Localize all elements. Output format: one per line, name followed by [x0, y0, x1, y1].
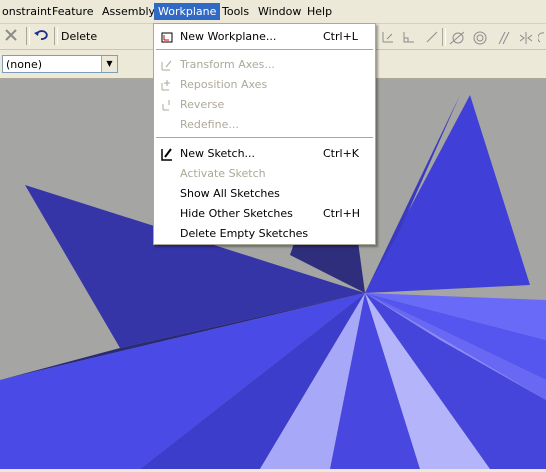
- filter-combo-value: (none): [6, 58, 43, 71]
- menu-item-activate-sketch[interactable]: Activate Sketch: [155, 164, 374, 183]
- perpendicular-icon[interactable]: [401, 30, 415, 44]
- menu-assembly[interactable]: Assembly: [98, 3, 159, 20]
- menu-separator: [156, 49, 373, 50]
- parallel-icon[interactable]: [496, 30, 512, 46]
- line-icon[interactable]: [425, 30, 439, 44]
- filter-combo[interactable]: (none) ▼: [2, 55, 118, 73]
- concentric-icon[interactable]: [472, 30, 488, 46]
- menu-help[interactable]: Help: [303, 3, 336, 20]
- menu-item-show-all-sketches[interactable]: Show All Sketches: [155, 184, 374, 203]
- menu-item-new-workplane[interactable]: New Workplane... Ctrl+L: [155, 27, 374, 46]
- delete-button[interactable]: Delete: [61, 29, 97, 45]
- arc-icon[interactable]: [538, 30, 546, 46]
- menu-tools[interactable]: Tools: [218, 3, 253, 20]
- menu-item-reverse[interactable]: Reverse: [155, 95, 374, 114]
- menu-item-hide-other-sketches[interactable]: Hide Other Sketches Ctrl+H: [155, 204, 374, 223]
- symmetric-icon[interactable]: [518, 30, 534, 46]
- menu-item-transform-axes[interactable]: Transform Axes...: [155, 55, 374, 74]
- workplane-menu: New Workplane... Ctrl+L Transform Axes..…: [153, 23, 376, 245]
- menu-item-new-sketch[interactable]: New Sketch... Ctrl+K: [155, 144, 374, 163]
- tangent-icon[interactable]: [449, 30, 465, 46]
- chevron-down-icon[interactable]: ▼: [101, 56, 117, 72]
- menu-window[interactable]: Window: [254, 3, 305, 20]
- new-sketch-icon: [159, 146, 175, 162]
- menu-item-redefine[interactable]: Redefine...: [155, 115, 374, 134]
- reposition-axes-icon: [159, 77, 175, 93]
- menu-feature[interactable]: Feature: [48, 3, 98, 20]
- menu-item-reposition-axes[interactable]: Reposition Axes: [155, 75, 374, 94]
- undo-icon[interactable]: [33, 27, 49, 43]
- blade-top-right: [365, 95, 530, 293]
- menu-item-delete-empty-sketches[interactable]: Delete Empty Sketches: [155, 224, 374, 243]
- menu-bar: onstraint Feature Assembly Workplane Too…: [0, 0, 546, 24]
- close-icon[interactable]: [3, 27, 19, 43]
- dimension-icon[interactable]: [381, 30, 395, 44]
- menu-workplane[interactable]: Workplane: [154, 3, 221, 20]
- new-workplane-icon: [159, 29, 175, 45]
- menu-separator: [156, 137, 373, 138]
- transform-axes-icon: [159, 57, 175, 73]
- reverse-icon: [159, 97, 175, 113]
